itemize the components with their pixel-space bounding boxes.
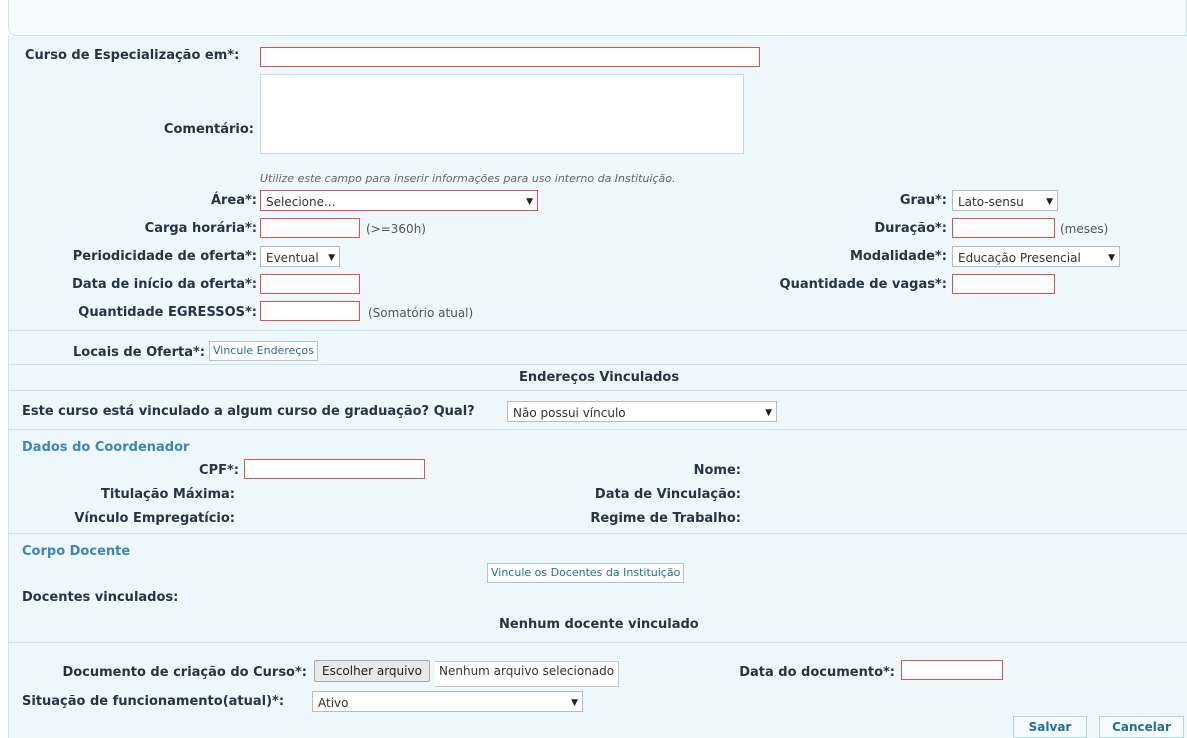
cpf-input[interactable] (244, 459, 425, 479)
documento-label: Documento de criação do Curso*: (62, 665, 307, 680)
divider (9, 429, 1187, 430)
area-select[interactable]: Selecione... ▼ (260, 190, 538, 211)
nenhum-docente-message: Nenhum docente vinculado (499, 617, 699, 632)
area-label: Área*: (210, 193, 257, 208)
vincule-enderecos-button[interactable]: Vincule Endereços (209, 341, 318, 361)
vincule-docentes-button[interactable]: Vincule os Docentes da Instituição (487, 563, 685, 583)
data-documento-input[interactable] (901, 660, 1003, 680)
divider (9, 533, 1187, 534)
carga-label: Carga horária*: (144, 221, 257, 236)
chevron-down-icon: ▼ (765, 407, 772, 418)
vinculo-graduacao-label: Este curso está vinculado a algum curso … (22, 404, 475, 419)
curso-input[interactable] (260, 47, 760, 67)
coordenador-section-title: Dados do Coordenador (22, 440, 190, 455)
cpf-label: CPF*: (199, 463, 239, 478)
file-status: Nenhum arquivo selecionado (435, 661, 620, 687)
divider (9, 330, 1187, 331)
escolher-arquivo-button[interactable]: Escolher arquivo (314, 660, 430, 682)
chevron-down-icon: ▼ (526, 196, 533, 207)
comentario-hint: Utilize este campo para inserir informaç… (260, 172, 676, 185)
modalidade-select[interactable]: Educação Presencial ▼ (952, 246, 1120, 267)
qtd-egressos-input[interactable] (260, 301, 360, 321)
area-select-value: Selecione... (266, 194, 336, 209)
chevron-down-icon: ▼ (571, 697, 578, 708)
locais-label: Locais de Oferta*: (73, 345, 205, 360)
situacao-select-value: Ativo (318, 695, 349, 710)
situacao-select[interactable]: Ativo ▼ (312, 691, 583, 712)
top-bar (8, 0, 1187, 36)
regime-label: Regime de Trabalho: (590, 511, 741, 526)
periodicidade-select-value: Eventual (266, 250, 319, 265)
situacao-label: Situação de funcionamento(atual)*: (22, 694, 285, 709)
vinculo-empregaticio-label: Vínculo Empregatício: (74, 511, 235, 526)
divider (9, 642, 1187, 643)
divider (9, 390, 1187, 391)
grau-select[interactable]: Lato-sensu ▼ (952, 190, 1058, 211)
periodicidade-select[interactable]: Eventual ▼ (260, 246, 340, 267)
divider (9, 364, 1187, 365)
data-inicio-input[interactable] (260, 274, 360, 294)
duracao-input[interactable] (952, 218, 1055, 238)
qtd-egressos-hint: (Somatório atual) (368, 306, 474, 320)
qtd-vagas-label: Quantidade de vagas*: (779, 277, 947, 292)
grau-label: Grau*: (899, 193, 947, 208)
curso-label: Curso de Especialização em*: (25, 48, 240, 63)
duracao-hint: (meses) (1060, 222, 1109, 236)
grau-select-value: Lato-sensu (958, 194, 1024, 209)
data-vinculacao-label: Data de Vinculação: (594, 487, 741, 502)
modalidade-select-value: Educação Presencial (958, 250, 1081, 265)
modalidade-label: Modalidade*: (849, 249, 947, 264)
qtd-vagas-input[interactable] (952, 274, 1055, 294)
titulacao-label: Titulação Máxima: (100, 487, 235, 502)
salvar-button[interactable]: Salvar (1013, 716, 1087, 738)
carga-hint: (>=360h) (366, 222, 426, 236)
docentes-vinculados-label: Docentes vinculados: (22, 590, 179, 605)
enderecos-vinculados-title: Endereços Vinculados (519, 370, 680, 385)
periodicidade-label: Periodicidade de oferta*: (72, 249, 257, 264)
data-documento-label: Data do documento*: (739, 665, 895, 680)
carga-input[interactable] (260, 218, 360, 238)
comentario-label: Comentário: (163, 122, 254, 137)
comentario-textarea[interactable] (260, 74, 744, 154)
chevron-down-icon: ▼ (328, 252, 335, 263)
vinculo-graduacao-select-value: Não possui vínculo (513, 405, 626, 420)
chevron-down-icon: ▼ (1108, 252, 1115, 263)
duracao-label: Duração*: (874, 221, 947, 236)
corpo-docente-section-title: Corpo Docente (22, 544, 131, 559)
nome-label: Nome: (693, 463, 741, 478)
course-form: Curso de Especialização em*: Comentário:… (8, 36, 1187, 738)
data-inicio-label: Data de início da oferta*: (72, 277, 257, 292)
chevron-down-icon: ▼ (1046, 196, 1053, 207)
vinculo-graduacao-select[interactable]: Não possui vínculo ▼ (507, 401, 777, 422)
cancelar-button[interactable]: Cancelar (1099, 716, 1184, 738)
qtd-egressos-label: Quantidade EGRESSOS*: (78, 305, 257, 320)
